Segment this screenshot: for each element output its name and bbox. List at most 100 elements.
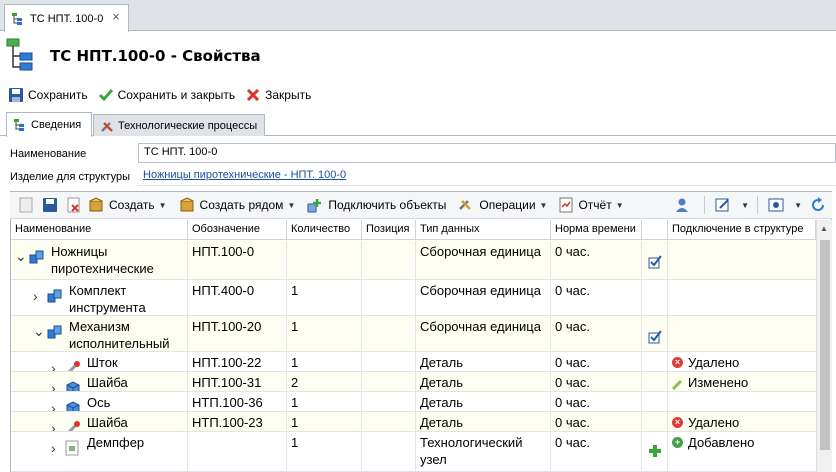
table-row[interactable]: › Шток НПТ.100-22 1 Деталь 0 час. × Удалено	[11, 352, 816, 372]
operations-button[interactable]: Операции ▼	[458, 197, 547, 213]
expand-arrow-icon[interactable]: ›	[33, 288, 38, 305]
chevron-down-icon[interactable]: ▼	[794, 201, 802, 210]
cell-designation: НПТ.100-31	[188, 372, 287, 391]
box-icon	[89, 197, 103, 212]
table-row[interactable]: › Комплект инструмента НПТ.400-0 1 Сборочная…	[11, 280, 816, 316]
delete-doc-icon[interactable]	[64, 195, 84, 215]
save-button[interactable]: Сохранить	[8, 87, 88, 103]
cell-name: › Шайба	[11, 372, 188, 391]
cell-connection-status	[668, 241, 816, 279]
chevron-down-icon[interactable]: ▼	[741, 201, 749, 210]
connect-objects-button[interactable]: Подключить объекты	[307, 197, 446, 213]
status-text: Удалено	[688, 415, 740, 430]
cell-type: Сборочная единица	[416, 316, 551, 351]
vertical-scrollbar[interactable]: ▲	[816, 220, 832, 472]
save-small-icon[interactable]	[40, 195, 60, 215]
deleted-icon: ×	[672, 357, 683, 369]
refresh-icon[interactable]	[808, 195, 828, 215]
main-toolbar: Сохранить Сохранить и закрыть Закрыть	[0, 84, 321, 106]
product-label: Изделие для структуры	[10, 171, 130, 183]
structure-icon	[14, 119, 24, 131]
collapse-arrow-icon[interactable]: ⌄	[15, 248, 27, 265]
cell-flag	[642, 432, 668, 471]
tab-info-label: Сведения	[31, 119, 82, 131]
user-icon[interactable]	[672, 195, 692, 215]
cell-type: Сборочная единица	[416, 280, 551, 315]
row-name: Комплект инструмента	[69, 283, 146, 315]
column-header-datatype[interactable]: Тип данных	[416, 220, 551, 240]
cell-type: Деталь	[416, 392, 551, 411]
cell-qty: 2	[287, 372, 362, 391]
column-header-connection[interactable]: Подключение в структуре	[668, 220, 816, 240]
cell-time: 0 час.	[551, 392, 642, 411]
document-tab[interactable]: ТС НПТ. 100-0 ×	[4, 4, 129, 32]
row-name: Ось	[87, 395, 111, 410]
cell-time: 0 час.	[551, 316, 642, 351]
status-text: Добавлено	[688, 435, 755, 450]
part-removed-icon	[65, 420, 81, 431]
column-header-flag[interactable]	[642, 220, 668, 240]
table-row[interactable]: › Шайба НПТ.100-31 2 Деталь 0 час. Изменено	[11, 372, 816, 392]
cell-name: ⌄ Ножницы пиротехнические	[11, 241, 188, 279]
cell-connection-status: + Добавлено	[668, 432, 816, 471]
tab-tech-processes-label: Технологические процессы	[118, 119, 258, 132]
expand-arrow-icon[interactable]: ›	[51, 420, 56, 431]
cell-connection-status: × Удалено	[668, 412, 816, 431]
pencil-icon	[671, 377, 683, 391]
expand-arrow-icon[interactable]: ›	[51, 380, 56, 391]
edit-settings-icon[interactable]	[713, 195, 733, 215]
name-field[interactable]: ТС НПТ. 100-0	[138, 143, 836, 163]
close-button[interactable]: Закрыть	[245, 87, 311, 103]
cell-connection-status	[668, 392, 816, 411]
column-header-name[interactable]: Наименование	[11, 220, 188, 240]
column-header-time-norm[interactable]: Норма времени	[551, 220, 642, 240]
report-button[interactable]: Отчёт ▼	[559, 197, 624, 213]
column-header-position[interactable]: Позиция	[362, 220, 416, 240]
save-and-close-button[interactable]: Сохранить и закрыть	[98, 87, 235, 103]
checked-icon[interactable]	[646, 255, 662, 272]
row-name: Шайба	[87, 375, 128, 390]
tab-tech-processes[interactable]: Технологические процессы	[93, 114, 265, 136]
tab-info[interactable]: Сведения	[6, 112, 92, 137]
cell-name: ⌄ Механизм исполнительный	[11, 316, 188, 351]
cell-designation: НПТ.100-0	[188, 241, 287, 279]
close-label: Закрыть	[265, 88, 312, 102]
expand-arrow-icon[interactable]: ›	[51, 440, 56, 457]
cell-designation: НПТ.100-20	[188, 316, 287, 351]
checked-icon[interactable]	[646, 330, 662, 347]
edit-icon[interactable]	[16, 195, 36, 215]
add-plus-icon[interactable]	[646, 445, 662, 461]
page-title: ТС НПТ.100-0 - Свойства	[50, 47, 261, 65]
create-label: Создать	[109, 198, 155, 212]
close-tab-icon[interactable]: ×	[110, 10, 122, 23]
expand-arrow-icon[interactable]: ›	[51, 400, 56, 411]
cell-pos	[362, 316, 416, 351]
table-row[interactable]: › Шайба НТП.100-23 1 Деталь 0 час. × Удалено	[11, 412, 816, 432]
cell-type: Технологический узел	[416, 432, 551, 471]
table-row[interactable]: › Ось НТП.100-36 1 Деталь 0 час.	[11, 392, 816, 412]
table-row[interactable]: › Демпфер 1 Технологический узел 0 час. + Доба…	[11, 432, 816, 472]
report-label: Отчёт	[578, 198, 612, 212]
cell-qty: 1	[287, 392, 362, 411]
cell-designation: НПТ.400-0	[188, 280, 287, 315]
create-near-button[interactable]: Создать рядом ▼	[179, 197, 295, 213]
product-link[interactable]: Ножницы пиротехнические - НПТ. 100-0	[138, 166, 836, 186]
scroll-up-arrow-icon[interactable]: ▲	[820, 224, 828, 233]
create-near-label: Создать рядом	[199, 198, 284, 212]
scrollbar-thumb[interactable]	[820, 240, 830, 450]
cell-pos	[362, 241, 416, 279]
cell-connection-status: × Удалено	[668, 352, 816, 371]
cell-designation: НТП.100-23	[188, 412, 287, 431]
view-icon[interactable]	[766, 195, 786, 215]
table-row[interactable]: ⌄ Механизм исполнительный НПТ.100-20 1 Сборо…	[11, 316, 816, 352]
column-header-designation[interactable]: Обозначение	[188, 220, 287, 240]
cell-flag	[642, 316, 668, 351]
column-header-quantity[interactable]: Количество	[287, 220, 362, 240]
table-row[interactable]: ⌄ Ножницы пиротехнические НПТ.100-0 Сборочн…	[11, 241, 816, 280]
create-button[interactable]: Создать ▼	[88, 197, 167, 213]
expand-arrow-icon[interactable]: ›	[51, 360, 56, 371]
assembly-icon	[29, 249, 45, 269]
operations-icon	[459, 200, 472, 210]
part-icon	[65, 380, 81, 391]
collapse-arrow-icon[interactable]: ⌄	[33, 323, 45, 340]
